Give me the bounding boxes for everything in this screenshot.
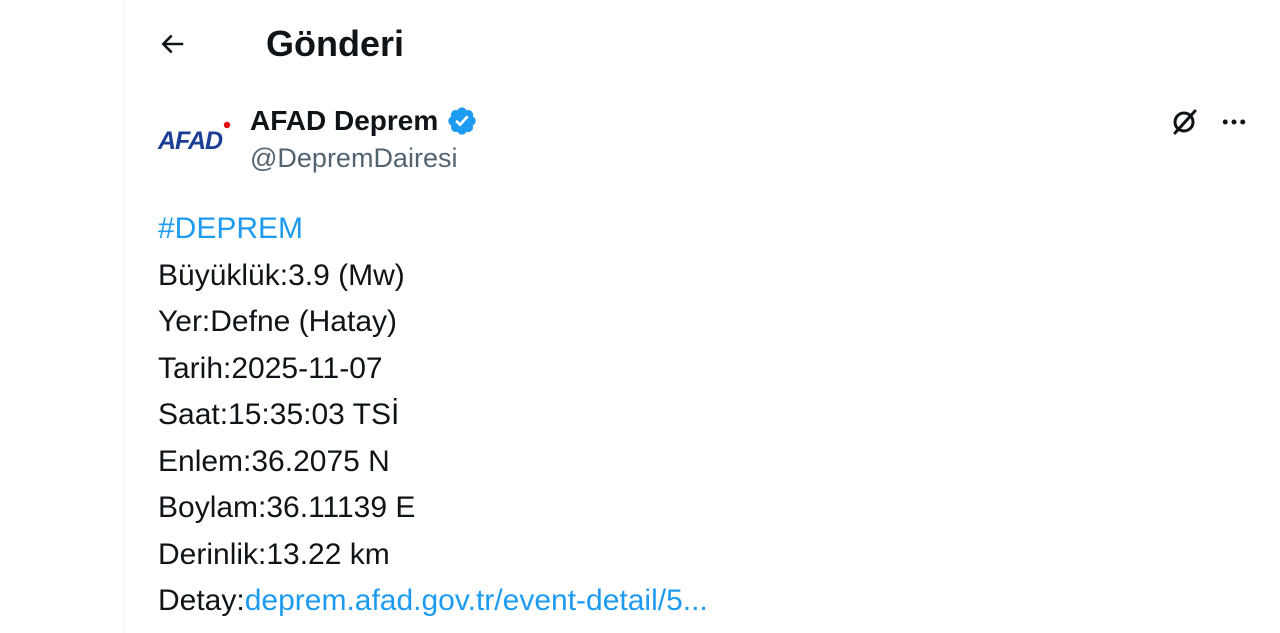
afad-logo-icon: AFAD xyxy=(157,121,231,155)
tweet-text: #DEPREM Büyüklük:3.9 (Mw) Yer:Defne (Hat… xyxy=(158,206,1258,625)
author-handle[interactable]: @DepremDairesi xyxy=(250,142,457,174)
more-button[interactable] xyxy=(1214,104,1254,140)
verified-badge-icon[interactable] xyxy=(446,105,478,137)
tweet-line-depth: Derinlik:13.22 km xyxy=(158,537,390,571)
hashtag-link[interactable]: #DEPREM xyxy=(158,212,303,245)
author-name[interactable]: AFAD Deprem xyxy=(250,104,438,138)
avatar[interactable]: AFAD xyxy=(156,113,232,163)
tweet-line-location: Yer:Defne (Hatay) xyxy=(158,305,398,338)
more-horizontal-icon xyxy=(1222,119,1246,125)
back-button[interactable] xyxy=(152,24,192,64)
tweet-line-magnitude: Büyüklük:3.9 (Mw) xyxy=(158,258,405,292)
tweet-line-detail: Detay:deprem.afad.gov.tr/event-detail/5.… xyxy=(158,578,1258,625)
author-name-row: AFAD Deprem xyxy=(250,104,478,138)
tweet-line-latitude: Enlem:36.2075 N xyxy=(158,444,390,478)
arrow-left-icon xyxy=(161,34,184,54)
tweet-line-longitude: Boylam:36.11139 E xyxy=(158,491,416,524)
grok-icon xyxy=(1173,109,1197,135)
column-divider xyxy=(124,0,125,633)
grok-button[interactable] xyxy=(1164,104,1204,140)
tweet-line-time: Saat:15:35:03 TSİ xyxy=(158,398,400,431)
page-title: Gönderi xyxy=(266,23,405,64)
detail-label: Detay: xyxy=(158,584,245,617)
detail-link[interactable]: deprem.afad.gov.tr/event-detail/5... xyxy=(245,584,708,617)
tweet-line-date: Tarih:2025-11-07 xyxy=(158,351,383,385)
tweet-line-hashtag: #DEPREM xyxy=(158,206,1258,253)
afad-logo-text: AFAD xyxy=(157,127,223,155)
